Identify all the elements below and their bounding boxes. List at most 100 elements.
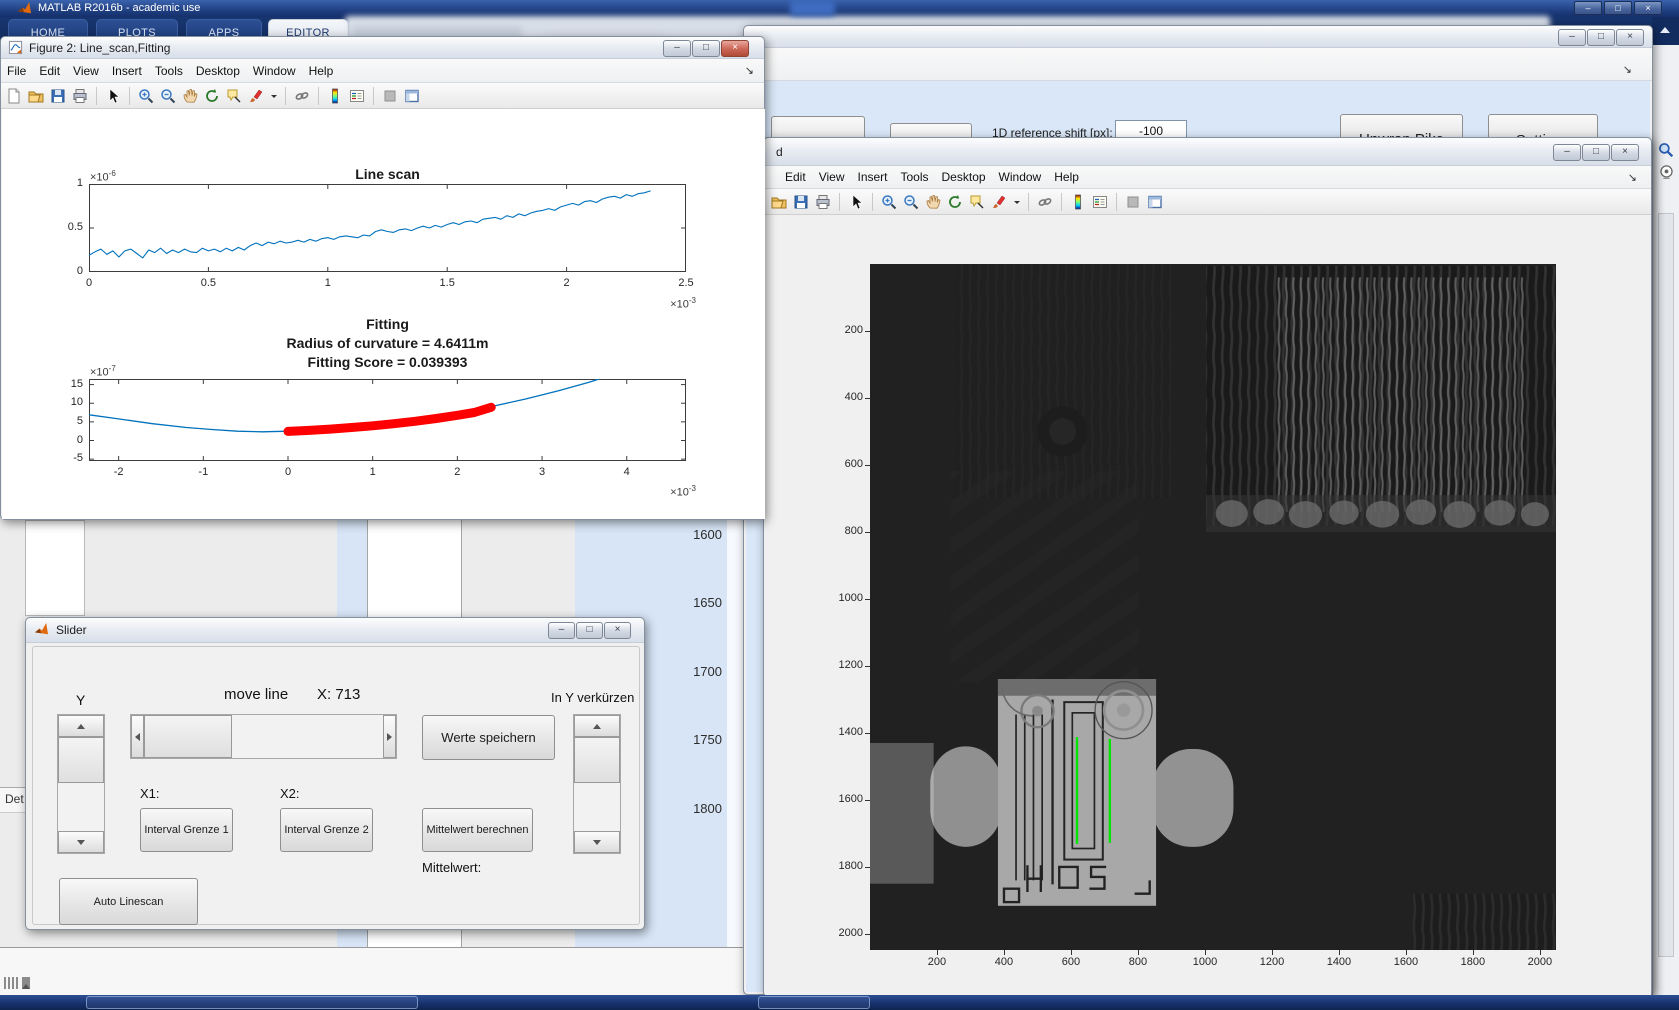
menu-item-desktop[interactable]: Desktop bbox=[942, 170, 986, 184]
menu-item-help[interactable]: Help bbox=[309, 64, 334, 78]
minimize-button[interactable]: – bbox=[1553, 144, 1581, 161]
figure2-window: Figure 2: Line_scan,Fitting –□× File Edit… bbox=[0, 36, 765, 520]
zoom-in-icon[interactable] bbox=[880, 193, 898, 211]
menu-item-view[interactable]: View bbox=[73, 64, 99, 78]
insert-colorbar-icon[interactable] bbox=[1069, 193, 1087, 211]
menu-item-insert[interactable]: Insert bbox=[857, 170, 887, 184]
zoom-in-icon[interactable] bbox=[137, 87, 155, 105]
dock-arrow-icon[interactable]: ↘ bbox=[745, 64, 754, 77]
dock-arrow-icon[interactable]: ↘ bbox=[1623, 63, 1632, 76]
menu-item-file[interactable]: File bbox=[7, 64, 26, 78]
minimize-button[interactable]: – bbox=[1574, 1, 1602, 15]
pan-hand-icon[interactable] bbox=[924, 193, 942, 211]
insert-colorbar-icon[interactable] bbox=[326, 87, 344, 105]
print-icon[interactable] bbox=[814, 193, 832, 211]
target-icon[interactable] bbox=[1658, 164, 1675, 181]
slider-thumb[interactable] bbox=[58, 737, 104, 783]
insert-legend-icon[interactable] bbox=[348, 87, 366, 105]
restore-button[interactable]: □ bbox=[1582, 144, 1610, 161]
menu-item-help[interactable]: Help bbox=[1054, 170, 1079, 184]
slider-right-arrow[interactable] bbox=[383, 715, 396, 758]
link-plots-icon[interactable] bbox=[1036, 193, 1054, 211]
restore-button[interactable]: □ bbox=[576, 622, 603, 639]
menu-item-tools[interactable]: Tools bbox=[901, 170, 929, 184]
menu-item-view[interactable]: View bbox=[819, 170, 845, 184]
auto-linescan-button[interactable]: Auto Linescan bbox=[59, 878, 198, 925]
dropdown-arrow-icon[interactable] bbox=[269, 87, 278, 105]
menu-item-window[interactable]: Window bbox=[999, 170, 1042, 184]
brush-icon[interactable] bbox=[247, 87, 265, 105]
menu-item-window[interactable]: Window bbox=[253, 64, 296, 78]
link-plots-icon[interactable] bbox=[293, 87, 311, 105]
open-folder-icon[interactable] bbox=[770, 193, 788, 211]
scan-image[interactable] bbox=[870, 264, 1556, 950]
restore-button[interactable]: □ bbox=[1587, 29, 1615, 46]
data-cursor-icon[interactable] bbox=[225, 87, 243, 105]
slider-thumb[interactable] bbox=[574, 737, 620, 783]
menu-item-tools[interactable]: Tools bbox=[155, 64, 183, 78]
open-folder-icon[interactable] bbox=[27, 87, 45, 105]
taskbar-button[interactable] bbox=[86, 996, 418, 1009]
y-slider[interactable] bbox=[57, 714, 105, 854]
menu-item-insert[interactable]: Insert bbox=[112, 64, 142, 78]
close-button[interactable]: × bbox=[604, 622, 631, 639]
menu-item-edit[interactable]: Edit bbox=[39, 64, 60, 78]
shorten-y-slider[interactable] bbox=[573, 714, 621, 854]
axis-tick-label: 0 bbox=[86, 277, 92, 289]
search-icon[interactable] bbox=[1658, 142, 1675, 159]
cursor-arrow-icon[interactable] bbox=[847, 193, 865, 211]
pan-hand-icon[interactable] bbox=[181, 87, 199, 105]
slider-thumb[interactable] bbox=[144, 715, 232, 758]
save-icon[interactable] bbox=[792, 193, 810, 211]
slider-down-arrow[interactable] bbox=[574, 831, 620, 853]
move-line-slider[interactable] bbox=[130, 714, 397, 759]
slider-titlebar[interactable]: Slider –□× bbox=[26, 618, 644, 643]
cursor-arrow-icon[interactable] bbox=[104, 87, 122, 105]
plot-tools-hide-icon[interactable] bbox=[1124, 193, 1142, 211]
slider-up-arrow[interactable] bbox=[58, 715, 104, 737]
interval-grenze-1-button[interactable]: Interval Grenze 1 bbox=[140, 808, 233, 852]
linescan-plot[interactable] bbox=[89, 184, 686, 272]
plot-tools-show-icon[interactable] bbox=[403, 87, 421, 105]
zoom-out-icon[interactable] bbox=[159, 87, 177, 105]
insert-legend-icon[interactable] bbox=[1091, 193, 1109, 211]
close-button[interactable]: × bbox=[721, 40, 749, 57]
axis-tick-label: 2000 bbox=[839, 927, 863, 939]
print-icon[interactable] bbox=[71, 87, 89, 105]
minimize-button[interactable]: – bbox=[663, 40, 691, 57]
restore-button[interactable]: □ bbox=[1604, 1, 1632, 15]
menu-item-edit[interactable]: Edit bbox=[785, 170, 806, 184]
save-values-button[interactable]: Werte speichern bbox=[422, 715, 555, 760]
ribbon-pin-icon[interactable] bbox=[1660, 27, 1670, 33]
fitting-plot[interactable] bbox=[89, 379, 686, 461]
interval-grenze-2-button[interactable]: Interval Grenze 2 bbox=[280, 808, 373, 852]
control-panel-titlebar[interactable]: –□× bbox=[744, 26, 1652, 48]
minimize-button[interactable]: – bbox=[548, 622, 575, 639]
menu-item-desktop[interactable]: Desktop bbox=[196, 64, 240, 78]
save-icon[interactable] bbox=[49, 87, 67, 105]
slider-down-arrow[interactable] bbox=[58, 831, 104, 853]
close-button[interactable]: × bbox=[1616, 29, 1644, 46]
close-button[interactable]: × bbox=[1634, 1, 1662, 15]
figure2-titlebar[interactable]: Figure 2: Line_scan,Fitting –□× bbox=[1, 37, 764, 59]
new-document-icon[interactable] bbox=[5, 87, 23, 105]
minimize-button[interactable]: – bbox=[1558, 29, 1586, 46]
slider-up-arrow[interactable] bbox=[574, 715, 620, 737]
resize-grip[interactable] bbox=[4, 976, 32, 994]
brush-icon[interactable] bbox=[990, 193, 1008, 211]
close-button[interactable]: × bbox=[1611, 144, 1639, 161]
rotate-3d-icon[interactable] bbox=[946, 193, 964, 211]
taskbar-button[interactable] bbox=[758, 996, 870, 1009]
plot-tools-hide-icon[interactable] bbox=[381, 87, 399, 105]
slider-left-arrow[interactable] bbox=[131, 715, 144, 758]
mittelwert-berechnen-button[interactable]: Mittelwert berechnen bbox=[422, 808, 533, 852]
rotate-3d-icon[interactable] bbox=[203, 87, 221, 105]
dock-arrow-icon[interactable]: ↘ bbox=[1628, 171, 1637, 184]
collapsed-panel-strip[interactable] bbox=[1658, 213, 1674, 957]
maximize-button[interactable]: □ bbox=[692, 40, 720, 57]
scan-figure-titlebar[interactable]: d –□× bbox=[764, 138, 1651, 166]
zoom-out-icon[interactable] bbox=[902, 193, 920, 211]
data-cursor-icon[interactable] bbox=[968, 193, 986, 211]
dropdown-arrow-icon[interactable] bbox=[1012, 193, 1021, 211]
plot-tools-show-icon[interactable] bbox=[1146, 193, 1164, 211]
